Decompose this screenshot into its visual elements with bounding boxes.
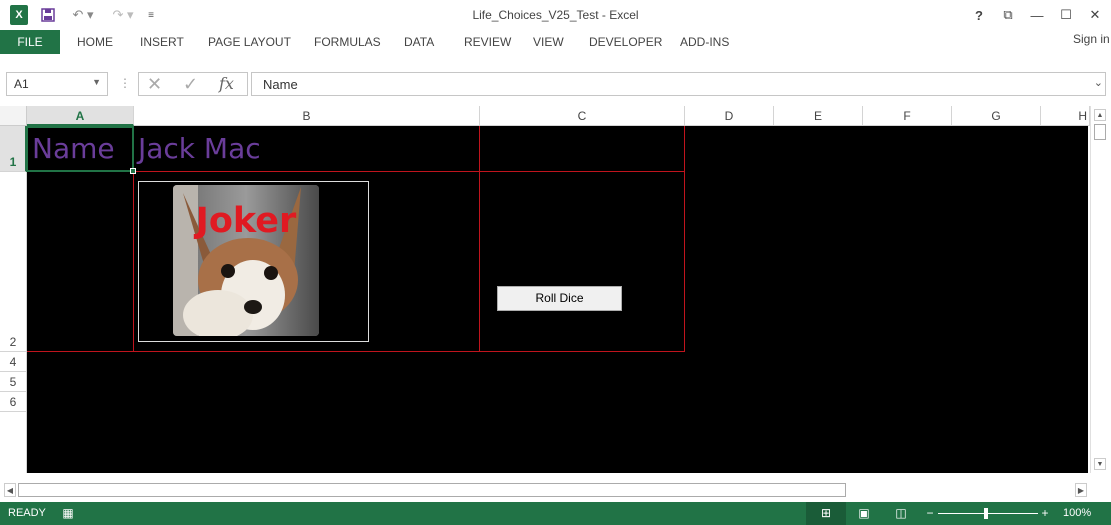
tab-view[interactable]: VIEW	[533, 30, 564, 54]
worksheet-grid: A B C D E F G H 1 2 4 5 6 Name Jack Mac	[0, 106, 1111, 480]
column-header-a[interactable]: A	[27, 106, 134, 126]
tab-review[interactable]: REVIEW	[464, 30, 511, 54]
formula-input[interactable]: Name ⌄	[251, 72, 1106, 96]
formula-bar: A1 ▼ ⋮ ✕ ✓ fx Name ⌄	[0, 56, 1111, 106]
fill-handle[interactable]	[130, 168, 136, 174]
column-header-h[interactable]: H	[1041, 106, 1090, 126]
picture-frame[interactable]: Joker	[138, 181, 369, 342]
status-mode: READY	[8, 507, 46, 519]
page-break-preview-icon[interactable]: ◫	[893, 505, 909, 521]
name-box[interactable]: A1 ▼	[6, 72, 108, 96]
select-all-button[interactable]	[0, 106, 27, 126]
row-header-2[interactable]: 2	[0, 172, 27, 352]
vertical-scrollbar[interactable]: ▲ ▼	[1090, 106, 1109, 473]
column-header-f[interactable]: F	[863, 106, 952, 126]
cell-border	[684, 126, 685, 352]
minimize-button[interactable]: —	[1024, 4, 1050, 26]
title-bar: X ↶ ▾ ↷ ▾ ≡ Life_Choices_V25_Test - Exce…	[0, 0, 1111, 30]
tab-add-ins[interactable]: ADD-INS	[680, 30, 729, 54]
roll-dice-button[interactable]: Roll Dice	[497, 286, 622, 311]
column-header-b[interactable]: B	[134, 106, 480, 126]
row-header-4[interactable]: 4	[0, 352, 27, 372]
scroll-up-icon[interactable]: ▲	[1094, 109, 1106, 121]
window-title: Life_Choices_V25_Test - Excel	[472, 8, 639, 22]
dog-photo: Joker	[173, 185, 319, 336]
expand-formula-bar-icon[interactable]: ⌄	[1094, 76, 1103, 89]
zoom-out-button[interactable]: −	[922, 505, 938, 521]
column-header-e[interactable]: E	[774, 106, 863, 126]
horizontal-scroll-area: ◀ ▶	[0, 480, 1111, 502]
sign-in-link[interactable]: Sign in	[1073, 32, 1110, 46]
photo-caption: Joker	[195, 201, 297, 241]
scroll-right-icon[interactable]: ▶	[1075, 483, 1087, 497]
zoom-slider[interactable]	[938, 513, 1038, 514]
name-box-value: A1	[14, 77, 29, 91]
vertical-scroll-thumb[interactable]	[1094, 124, 1106, 140]
row-header-6[interactable]: 6	[0, 392, 27, 412]
ribbon-tabs: FILE HOME INSERT PAGE LAYOUT FORMULAS DA…	[0, 30, 1111, 56]
cancel-icon[interactable]: ✕	[147, 74, 162, 95]
cell-border	[27, 351, 685, 352]
row-header-5[interactable]: 5	[0, 372, 27, 392]
maximize-button[interactable]: ☐	[1053, 4, 1079, 26]
column-header-g[interactable]: G	[952, 106, 1041, 126]
view-normal-button[interactable]: ⊞	[806, 502, 846, 525]
zoom-level[interactable]: 100%	[1063, 507, 1091, 519]
normal-view-icon: ⊞	[820, 506, 832, 520]
more-options-icon: ⋮	[119, 76, 131, 90]
tab-home[interactable]: HOME	[77, 30, 113, 54]
tab-page-layout[interactable]: PAGE LAYOUT	[208, 30, 291, 54]
chevron-down-icon[interactable]: ▼	[92, 77, 101, 87]
close-button[interactable]: ✕	[1082, 4, 1108, 26]
formula-value: Name	[263, 77, 298, 92]
macro-record-icon[interactable]: ▦	[60, 505, 76, 521]
help-button[interactable]: ?	[966, 4, 992, 26]
scroll-left-icon[interactable]: ◀	[4, 483, 16, 497]
zoom-slider-thumb[interactable]	[984, 508, 988, 519]
ribbon-display-options-button[interactable]: ⧉	[995, 4, 1021, 26]
active-cell-selection	[26, 126, 134, 172]
tab-developer[interactable]: DEVELOPER	[589, 30, 662, 54]
page-layout-view-icon[interactable]: ▣	[856, 505, 872, 521]
horizontal-scroll-thumb[interactable]	[18, 483, 846, 497]
column-header-c[interactable]: C	[480, 106, 685, 126]
status-bar: READY ▦ ⊞ ▣ ◫ − + 100%	[0, 502, 1111, 525]
tab-formulas[interactable]: FORMULAS	[314, 30, 381, 54]
tab-file[interactable]: FILE	[0, 30, 60, 54]
cell-border	[479, 126, 480, 352]
row-header-1[interactable]: 1	[0, 126, 27, 172]
scroll-down-icon[interactable]: ▼	[1094, 458, 1106, 470]
insert-function-icon[interactable]: fx	[219, 74, 234, 93]
enter-check-icon[interactable]: ✓	[183, 74, 198, 95]
tab-insert[interactable]: INSERT	[140, 30, 184, 54]
row-header-empty	[0, 412, 27, 473]
cell-b1[interactable]: Jack Mac	[138, 132, 261, 165]
zoom-in-button[interactable]: +	[1037, 505, 1053, 521]
formula-buttons: ✕ ✓ fx	[138, 72, 248, 96]
column-header-d[interactable]: D	[685, 106, 774, 126]
tab-data[interactable]: DATA	[404, 30, 434, 54]
